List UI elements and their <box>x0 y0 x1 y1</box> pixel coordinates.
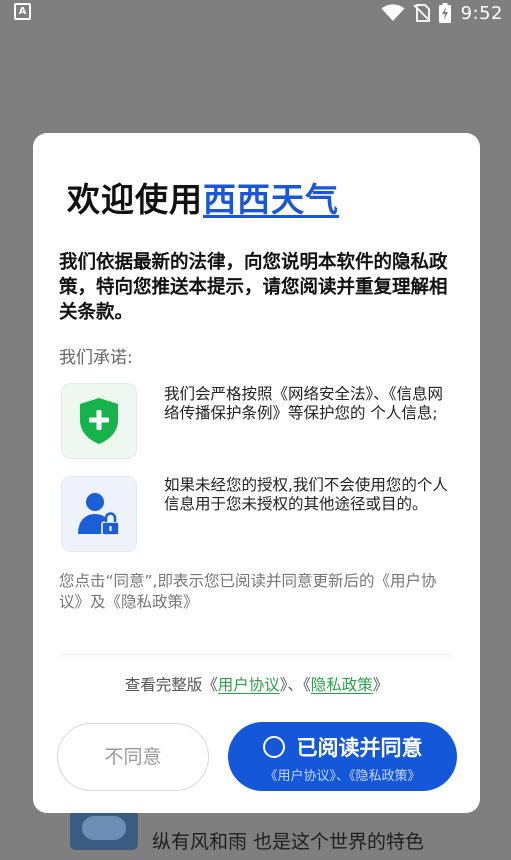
background-app-image <box>70 810 138 850</box>
promise-heading: 我们承诺: <box>59 348 133 368</box>
intro-text: 我们依据最新的法律，向您说明本软件的隐私政策，特向您推送本提示，请您阅读并重复理… <box>59 252 448 323</box>
title-prefix: 欢迎使用 <box>67 180 203 219</box>
battery-charging-icon <box>438 3 451 23</box>
agree-button[interactable]: 已阅读并同意 《用户协议》、《隐私政策》 <box>228 722 457 791</box>
feature-icon-box <box>61 476 137 552</box>
shield-plus-icon <box>80 398 118 444</box>
links-middle: 》、《 <box>279 676 311 694</box>
feature-text: 我们会严格按照《网络安全法》、《信息网络传播保护条例》等保护您的 个人信息; <box>164 385 444 422</box>
agree-note: 您点击“同意”,即表示您已阅读并同意更新后的《用户协议》及《隐私政策》 <box>59 572 437 611</box>
scroll-fade-mask <box>33 638 480 673</box>
dialog-title: 欢迎使用西西天气 <box>67 173 339 221</box>
feature-text: 如果未经您的授权,我们不会使用您的个人信息用于您未授权的其他途径或目的。 <box>164 476 448 513</box>
agree-button-label: 已阅读并同意 <box>296 736 423 760</box>
status-icons: 9:52 <box>381 0 503 26</box>
app-notification-icon: A <box>14 3 31 20</box>
no-sim-icon <box>412 4 431 22</box>
full-version-links: 查看完整版《用户协议》、《隐私政策》 <box>33 673 480 695</box>
privacy-dialog: 欢迎使用西西天气 我们依据最新的法律，向您说明本软件的隐私政策，特向您推送本提示… <box>33 133 480 813</box>
user-lock-icon <box>78 493 120 536</box>
links-prefix: 查看完整版《 <box>124 676 218 694</box>
links-suffix: 》 <box>372 676 389 694</box>
clock: 9:52 <box>460 2 503 24</box>
user-agreement-link[interactable]: 用户协议 <box>218 676 280 694</box>
agree-button-sublabel: 《用户协议》、《隐私政策》 <box>264 769 421 784</box>
radio-circle-icon <box>262 736 285 758</box>
disagree-button[interactable]: 不同意 <box>57 723 209 791</box>
agree-button-main: 已阅读并同意 <box>228 732 457 762</box>
privacy-policy-link[interactable]: 隐私政策 <box>311 676 373 694</box>
status-bar: A 9:52 <box>0 0 511 26</box>
background-tagline: 纵有风和雨 也是这个世界的特色 <box>152 831 425 853</box>
title-brand-link[interactable]: 西西天气 <box>203 180 339 219</box>
feature-icon-box <box>61 383 137 459</box>
wifi-icon <box>381 4 405 21</box>
